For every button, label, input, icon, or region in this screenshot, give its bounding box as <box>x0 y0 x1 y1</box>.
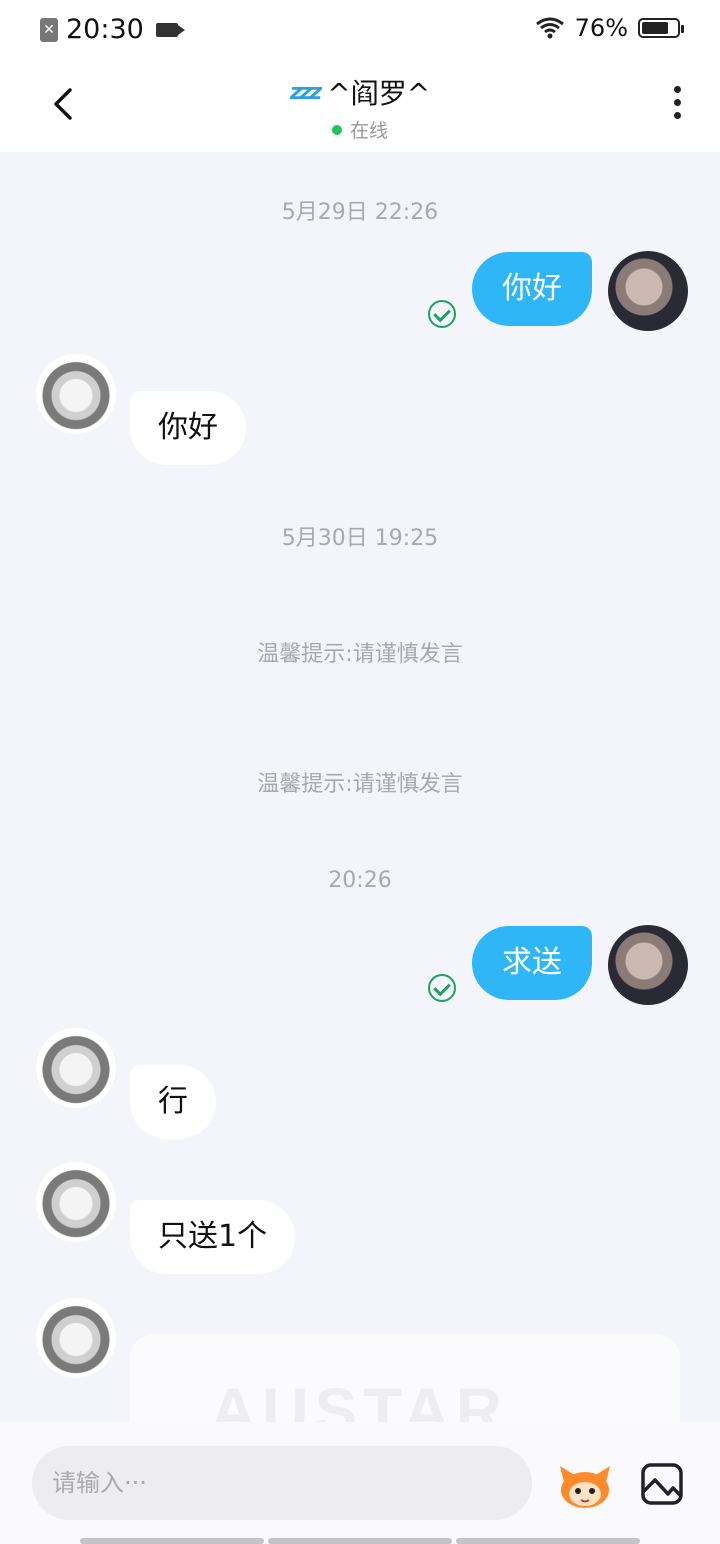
incoming-message[interactable]: 行 <box>130 1065 216 1139</box>
battery-percent: 76% <box>574 14 628 42</box>
input-bar <box>0 1422 720 1544</box>
sticker-icon[interactable] <box>556 1460 614 1510</box>
status-time: 20:30 <box>66 14 144 45</box>
contact-avatar[interactable] <box>36 354 116 434</box>
sleep-zzz-icon: zzz <box>289 79 322 105</box>
warning-tip: 温馨提示:请谨慎发言 <box>257 642 463 667</box>
online-status: 在线 <box>349 120 388 142</box>
read-check-icon <box>428 974 456 1002</box>
contact-avatar[interactable] <box>36 1028 116 1108</box>
contact-avatar[interactable] <box>36 1298 116 1378</box>
video-icon <box>155 22 185 37</box>
incoming-message[interactable]: 只送1个 <box>130 1200 296 1274</box>
gesture-bar <box>80 1538 640 1544</box>
timestamp: 5月30日 19:25 <box>281 526 439 551</box>
timestamp: 20:26 <box>328 868 392 893</box>
online-dot-icon <box>331 124 342 135</box>
more-icon[interactable] <box>674 86 682 122</box>
notification-icon: ✕ <box>40 17 58 42</box>
read-check-icon <box>428 300 456 328</box>
status-bar: ✕ 20:30 76% <box>0 0 720 58</box>
timestamp: 5月29日 22:26 <box>281 200 439 225</box>
message-input[interactable] <box>32 1446 532 1520</box>
my-avatar[interactable] <box>608 925 688 1005</box>
contact-avatar[interactable] <box>36 1162 116 1242</box>
chat-header: zzz ^阎罗^ 在线 <box>0 58 720 152</box>
warning-tip: 温馨提示:请谨慎发言 <box>257 772 463 797</box>
outgoing-message[interactable]: 你好 <box>472 252 592 326</box>
outgoing-message[interactable]: 求送 <box>472 926 592 1000</box>
incoming-message[interactable]: 你好 <box>130 391 246 465</box>
contact-name: ^阎罗^ <box>327 77 431 110</box>
battery-icon <box>638 18 684 38</box>
image-icon[interactable] <box>640 1462 684 1506</box>
my-avatar[interactable] <box>608 251 688 331</box>
wifi-icon <box>535 17 564 39</box>
